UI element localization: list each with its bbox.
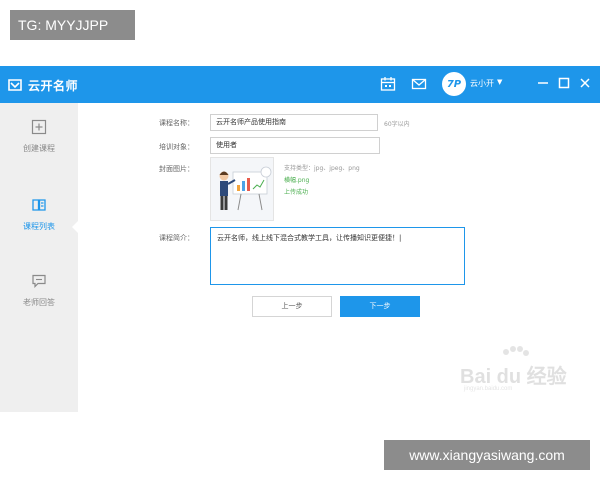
watermark-top: TG: MYYJJPP: [10, 10, 135, 40]
course-name-hint: 60字以内: [384, 121, 410, 128]
app-logo: 云开名师: [8, 76, 78, 94]
text-cursor: |: [399, 234, 402, 242]
title-bar: 云开名师 7P 云小开 ▼: [0, 66, 600, 103]
course-name-input[interactable]: 云开名师产品使用指南: [210, 114, 378, 131]
book-list-icon: [32, 199, 46, 211]
minimize-icon[interactable]: [536, 76, 550, 90]
active-indicator: [72, 221, 78, 233]
intro-label: 课程简介：: [159, 234, 194, 242]
cover-image[interactable]: [210, 157, 274, 221]
prev-step-button[interactable]: 上一步: [252, 296, 332, 317]
mail-icon[interactable]: [411, 76, 427, 92]
baidu-watermark-text: Bai du 经验: [460, 366, 567, 388]
intro-textarea[interactable]: 云开名师，线上线下混合式教学工具，让传播知识更便捷！|: [210, 227, 465, 285]
cover-filename: 横幅.png: [284, 177, 310, 184]
next-step-button[interactable]: 下一步: [340, 296, 420, 317]
calendar-icon[interactable]: [380, 76, 396, 92]
chevron-down-icon[interactable]: ▼: [497, 78, 502, 86]
sidebar: 创建课程 课程列表 老师回答: [0, 103, 78, 412]
cover-upload-status: 上传成功: [284, 189, 309, 196]
intro-text: 云开名师，线上线下混合式教学工具，让传播知识更便捷！: [217, 234, 399, 242]
user-name[interactable]: 云小开: [470, 78, 494, 89]
baidu-watermark-url: jingyan.baidu.com: [464, 386, 513, 392]
baidu-watermark: Bai du 经验 jingyan.baidu.com: [460, 346, 570, 396]
cover-format-hint: 支持类型：jpg、jpeg、png: [284, 165, 360, 172]
watermark-bottom: www.xiangyasiwang.com: [384, 440, 590, 470]
sidebar-item-label: 创建课程: [23, 144, 55, 153]
app-title: 云开名师: [28, 78, 79, 93]
close-icon[interactable]: [578, 76, 592, 90]
sidebar-item-label: 课程列表: [23, 222, 55, 231]
audience-input[interactable]: 使用者: [210, 137, 380, 154]
sidebar-item-teacher-answers[interactable]: 老师回答: [0, 273, 78, 343]
sidebar-item-course-list[interactable]: 课程列表: [0, 197, 78, 267]
maximize-icon[interactable]: [557, 76, 571, 90]
logo-icon: [8, 79, 22, 91]
audience-label: 培训对象：: [159, 143, 194, 151]
chat-bubble-icon: [32, 274, 46, 288]
cover-label: 封面图片：: [159, 165, 194, 173]
user-avatar[interactable]: 7P: [442, 72, 466, 96]
presenter-illustration-icon: [219, 166, 272, 211]
sidebar-item-label: 老师回答: [23, 298, 55, 307]
sidebar-item-create-course[interactable]: 创建课程: [0, 119, 78, 189]
plus-square-icon: [31, 119, 47, 135]
course-name-label: 课程名称：: [159, 119, 194, 127]
